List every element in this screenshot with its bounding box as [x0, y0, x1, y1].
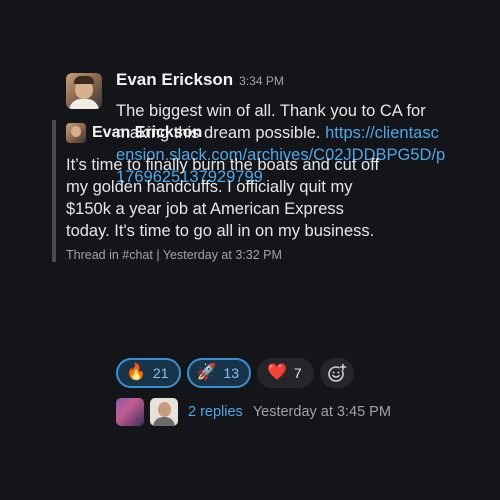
quote-thread-meta[interactable]: Thread in #chat | Yesterday at 3:32 PM: [66, 248, 386, 262]
fire-icon: 🔥: [126, 364, 146, 381]
message-timestamp[interactable]: 3:34 PM: [239, 74, 284, 88]
quote-avatar-face: [71, 126, 81, 137]
last-reply-time: Yesterday at 3:45 PM: [252, 404, 391, 420]
quote-text: It’s time to finally burn the boats and …: [66, 156, 380, 240]
thread-replies[interactable]: 2 replies Yesterday at 3:45 PM: [116, 398, 391, 426]
author-name[interactable]: Evan Erickson: [116, 70, 233, 90]
reaction-heart[interactable]: ❤️ 7: [257, 358, 314, 388]
reaction-fire[interactable]: 🔥 21: [116, 358, 181, 388]
avatar-shirt: [69, 99, 99, 109]
replies-count-link[interactable]: 2 replies: [188, 404, 243, 420]
message-header: Evan Erickson 3:34 PM: [116, 70, 446, 98]
quote-header: Evan Erickson: [66, 120, 386, 146]
add-reaction-button[interactable]: [319, 358, 354, 388]
reaction-count: 13: [223, 365, 239, 381]
reaction-count: 21: [152, 365, 169, 381]
rocket-icon: 🚀: [196, 364, 217, 381]
reply-avatar-body: [153, 417, 175, 426]
reaction-rocket[interactable]: 🚀 13: [186, 358, 251, 388]
reaction-count: 7: [293, 365, 302, 381]
quote-author-avatar[interactable]: [66, 123, 86, 143]
reply-avatar[interactable]: [150, 398, 178, 426]
avatar-hair: [74, 76, 94, 84]
reactions-bar: 🔥 21 🚀 13 ❤️ 7: [116, 358, 354, 388]
author-avatar[interactable]: [66, 73, 102, 109]
reply-avatar[interactable]: [116, 398, 144, 426]
reply-avatar-face: [158, 402, 171, 417]
quoted-message[interactable]: Evan Erickson It’s time to finally burn …: [52, 120, 386, 262]
add-emoji-icon: [327, 363, 347, 382]
heart-icon: ❤️: [267, 364, 287, 381]
quote-author-name[interactable]: Evan Erickson: [92, 124, 202, 142]
